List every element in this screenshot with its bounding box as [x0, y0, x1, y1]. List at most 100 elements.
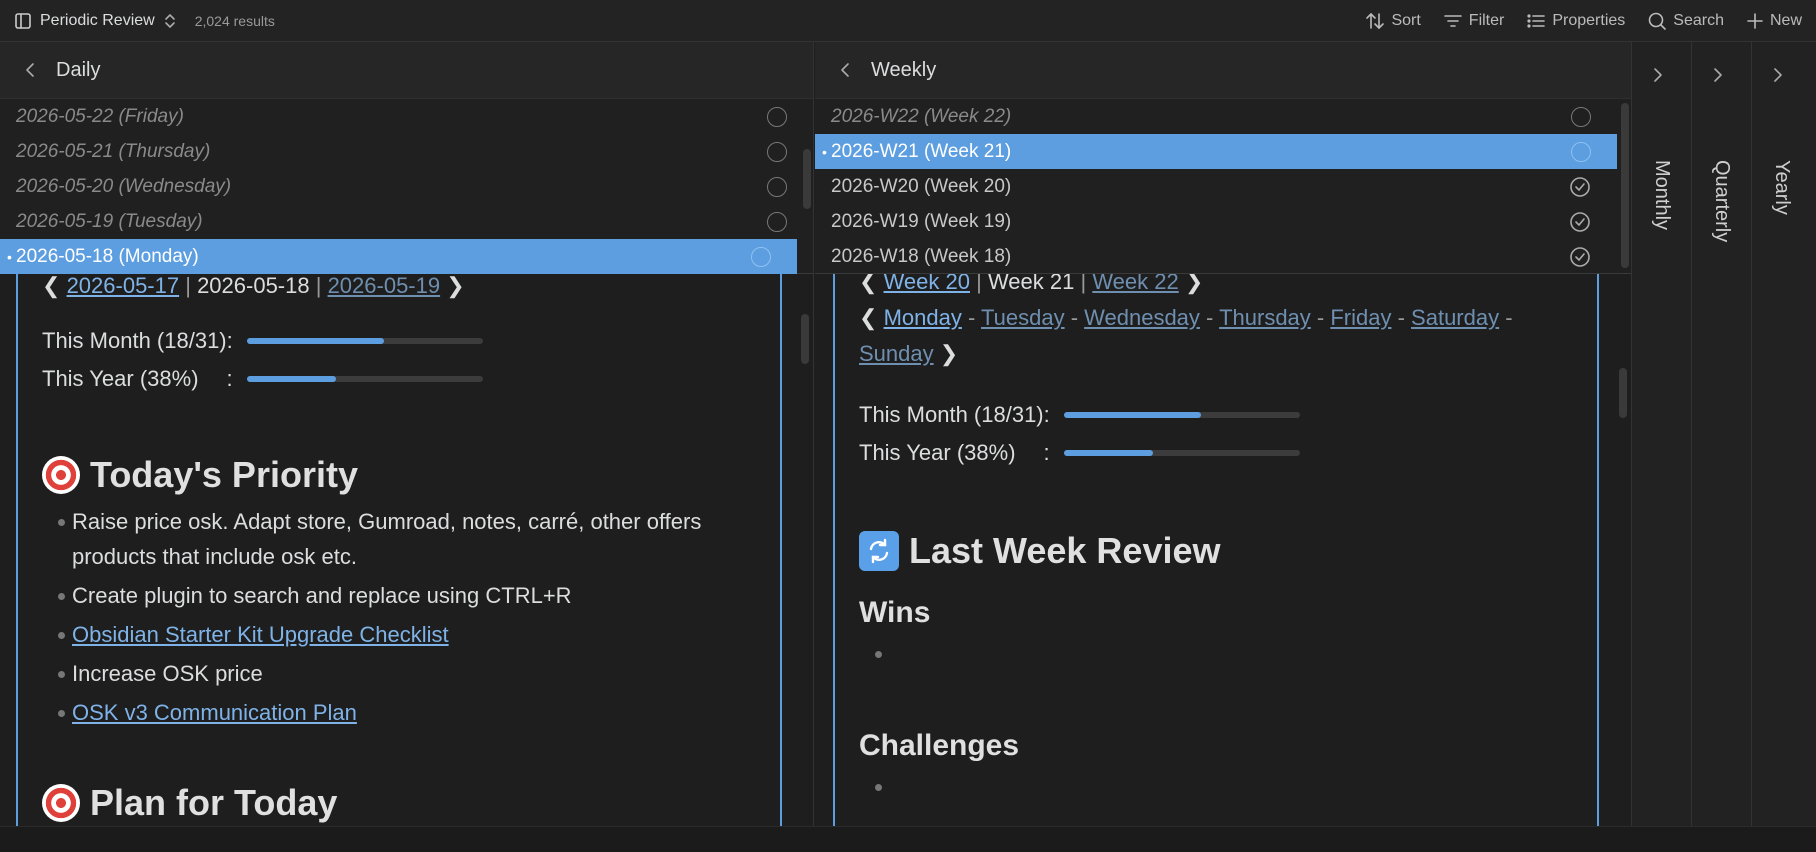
- chevron-right-icon[interactable]: [1652, 66, 1664, 84]
- list-item: Raise price osk. Adapt store, Gumroad, n…: [42, 504, 722, 574]
- search-icon: [1647, 11, 1667, 31]
- list-item[interactable]: 2026-05-21 (Thursday): [0, 134, 813, 169]
- day-link-tuesday[interactable]: Tuesday: [981, 305, 1065, 330]
- list-item-label: 2026-05-21 (Thursday): [16, 140, 211, 162]
- empty-list-item[interactable]: [859, 769, 1573, 804]
- circle-icon[interactable]: [767, 176, 787, 197]
- note-scrollbar[interactable]: [801, 314, 809, 364]
- list-item[interactable]: 2026-W19 (Week 19): [815, 204, 1617, 239]
- chevron-right-icon[interactable]: [1712, 66, 1724, 84]
- prev-arrow: ❮: [859, 274, 878, 294]
- status-bar: [0, 826, 1816, 852]
- filter-icon: [1443, 12, 1463, 30]
- separator: |: [309, 274, 328, 298]
- review-title: Last Week Review: [909, 530, 1221, 571]
- list-item-label: 2026-W22 (Week 22): [831, 105, 1012, 127]
- separator: |: [969, 274, 988, 294]
- circle-icon[interactable]: [1571, 106, 1591, 127]
- note-scrollbar[interactable]: [1619, 368, 1627, 418]
- sort-button[interactable]: Sort: [1365, 12, 1421, 30]
- search-button[interactable]: Search: [1647, 11, 1724, 31]
- list-item: Create plugin to search and replace usin…: [42, 578, 722, 613]
- list-item-label: 2026-W19 (Week 19): [831, 210, 1012, 232]
- priority-title: Today's Priority: [90, 454, 358, 495]
- year-progress-fill: [1063, 450, 1154, 456]
- weekly-header: Weekly: [815, 42, 1631, 99]
- separator: |: [1074, 274, 1093, 294]
- dash-separator: -: [961, 305, 981, 330]
- day-link-wednesday[interactable]: Wednesday: [1084, 305, 1200, 330]
- year-progress-row: This Year (38%) :: [42, 360, 756, 398]
- search-label: Search: [1673, 11, 1724, 29]
- daily-panel: Daily 2026-05-22 (Friday) 2026-05-21 (Th…: [0, 42, 814, 826]
- cycle-icon: [859, 531, 899, 571]
- circle-icon[interactable]: [767, 141, 787, 162]
- list-item-link: Obsidian Starter Kit Upgrade Checklist: [42, 617, 722, 652]
- check-circle-icon[interactable]: [1569, 211, 1591, 233]
- list-scrollbar[interactable]: [803, 149, 811, 209]
- circle-icon[interactable]: [751, 246, 771, 267]
- list-item-selected[interactable]: 2026-W21 (Week 21): [815, 134, 1617, 169]
- list-item-label: 2026-05-22 (Friday): [16, 105, 184, 127]
- list-item-label: 2026-05-18 (Monday): [16, 245, 199, 267]
- view-selector[interactable]: Periodic Review 2,024 results: [14, 12, 275, 30]
- weekly-list: 2026-W22 (Week 22) 2026-W21 (Week 21) 20…: [815, 99, 1631, 274]
- challenges-list: [859, 769, 1573, 804]
- yearly-column[interactable]: Yearly: [1751, 42, 1816, 826]
- year-progress-label: This Year (38%): [859, 440, 1016, 465]
- list-item[interactable]: 2026-05-22 (Friday): [0, 99, 813, 134]
- dash-separator: -: [1310, 305, 1331, 330]
- new-button[interactable]: New: [1746, 12, 1802, 30]
- list-item[interactable]: 2026-W18 (Week 18): [815, 239, 1617, 274]
- monthly-column[interactable]: Monthly: [1631, 42, 1691, 826]
- list-item[interactable]: 2026-W22 (Week 22): [815, 99, 1617, 134]
- circle-icon[interactable]: [1571, 141, 1591, 162]
- list-item-selected[interactable]: 2026-05-18 (Monday): [0, 239, 797, 274]
- year-colon: :: [1043, 440, 1050, 465]
- next-arrow: ❯: [446, 274, 465, 298]
- day-link-sunday[interactable]: Sunday: [859, 341, 934, 366]
- list-scrollbar[interactable]: [1621, 103, 1629, 268]
- year-progress-bar: [246, 376, 483, 382]
- layout-icon: [14, 12, 32, 30]
- list-item[interactable]: 2026-W20 (Week 20): [815, 169, 1617, 204]
- list-item-label: 2026-W21 (Week 21): [831, 140, 1012, 162]
- prev-day-link[interactable]: 2026-05-17: [67, 274, 180, 298]
- next-week-link[interactable]: Week 22: [1092, 274, 1178, 294]
- quarterly-column[interactable]: Quarterly: [1691, 42, 1751, 826]
- day-link-monday[interactable]: Monday: [884, 305, 962, 330]
- week-navigation: ❮ Week 20 | Week 21 | Week 22 ❯: [859, 274, 1573, 300]
- circle-icon[interactable]: [767, 211, 787, 232]
- dash-separator: -: [1499, 305, 1513, 330]
- next-day-link[interactable]: 2026-05-19: [328, 274, 441, 298]
- day-link-friday[interactable]: Friday: [1330, 305, 1391, 330]
- chevron-left-icon[interactable]: [839, 61, 851, 79]
- review-heading: Last Week Review: [859, 530, 1573, 572]
- chevron-left-icon[interactable]: [24, 61, 36, 79]
- day-link-saturday[interactable]: Saturday: [1411, 305, 1499, 330]
- month-progress-row: This Month (18/31):: [42, 322, 756, 360]
- checklist-link[interactable]: Obsidian Starter Kit Upgrade Checklist: [72, 622, 449, 647]
- circle-icon[interactable]: [767, 106, 787, 127]
- day-link-thursday[interactable]: Thursday: [1219, 305, 1311, 330]
- month-progress-bar: [246, 338, 483, 344]
- list-item: Increase OSK price: [42, 656, 722, 691]
- list-item-label: 2026-W18 (Week 18): [831, 245, 1012, 267]
- chevron-right-icon[interactable]: [1772, 66, 1784, 84]
- filter-button[interactable]: Filter: [1443, 12, 1504, 30]
- plan-title: Plan for Today: [90, 782, 338, 823]
- list-item[interactable]: 2026-05-20 (Wednesday): [0, 169, 813, 204]
- plan-heading: Plan for Today: [42, 782, 756, 824]
- quarterly-label: Quarterly: [1711, 160, 1733, 243]
- check-circle-icon[interactable]: [1569, 176, 1591, 198]
- properties-button[interactable]: Properties: [1526, 12, 1625, 30]
- plan-link[interactable]: OSK v3 Communication Plan: [72, 700, 357, 725]
- check-circle-icon[interactable]: [1569, 246, 1591, 268]
- sort-icon: [1365, 12, 1385, 30]
- current-week: Week 21: [987, 274, 1075, 294]
- empty-list-item[interactable]: [859, 636, 1573, 671]
- list-item[interactable]: 2026-05-19 (Tuesday): [0, 204, 813, 239]
- monthly-label: Monthly: [1651, 160, 1673, 231]
- prev-week-link[interactable]: Week 20: [884, 274, 970, 294]
- dash-separator: -: [1064, 305, 1085, 330]
